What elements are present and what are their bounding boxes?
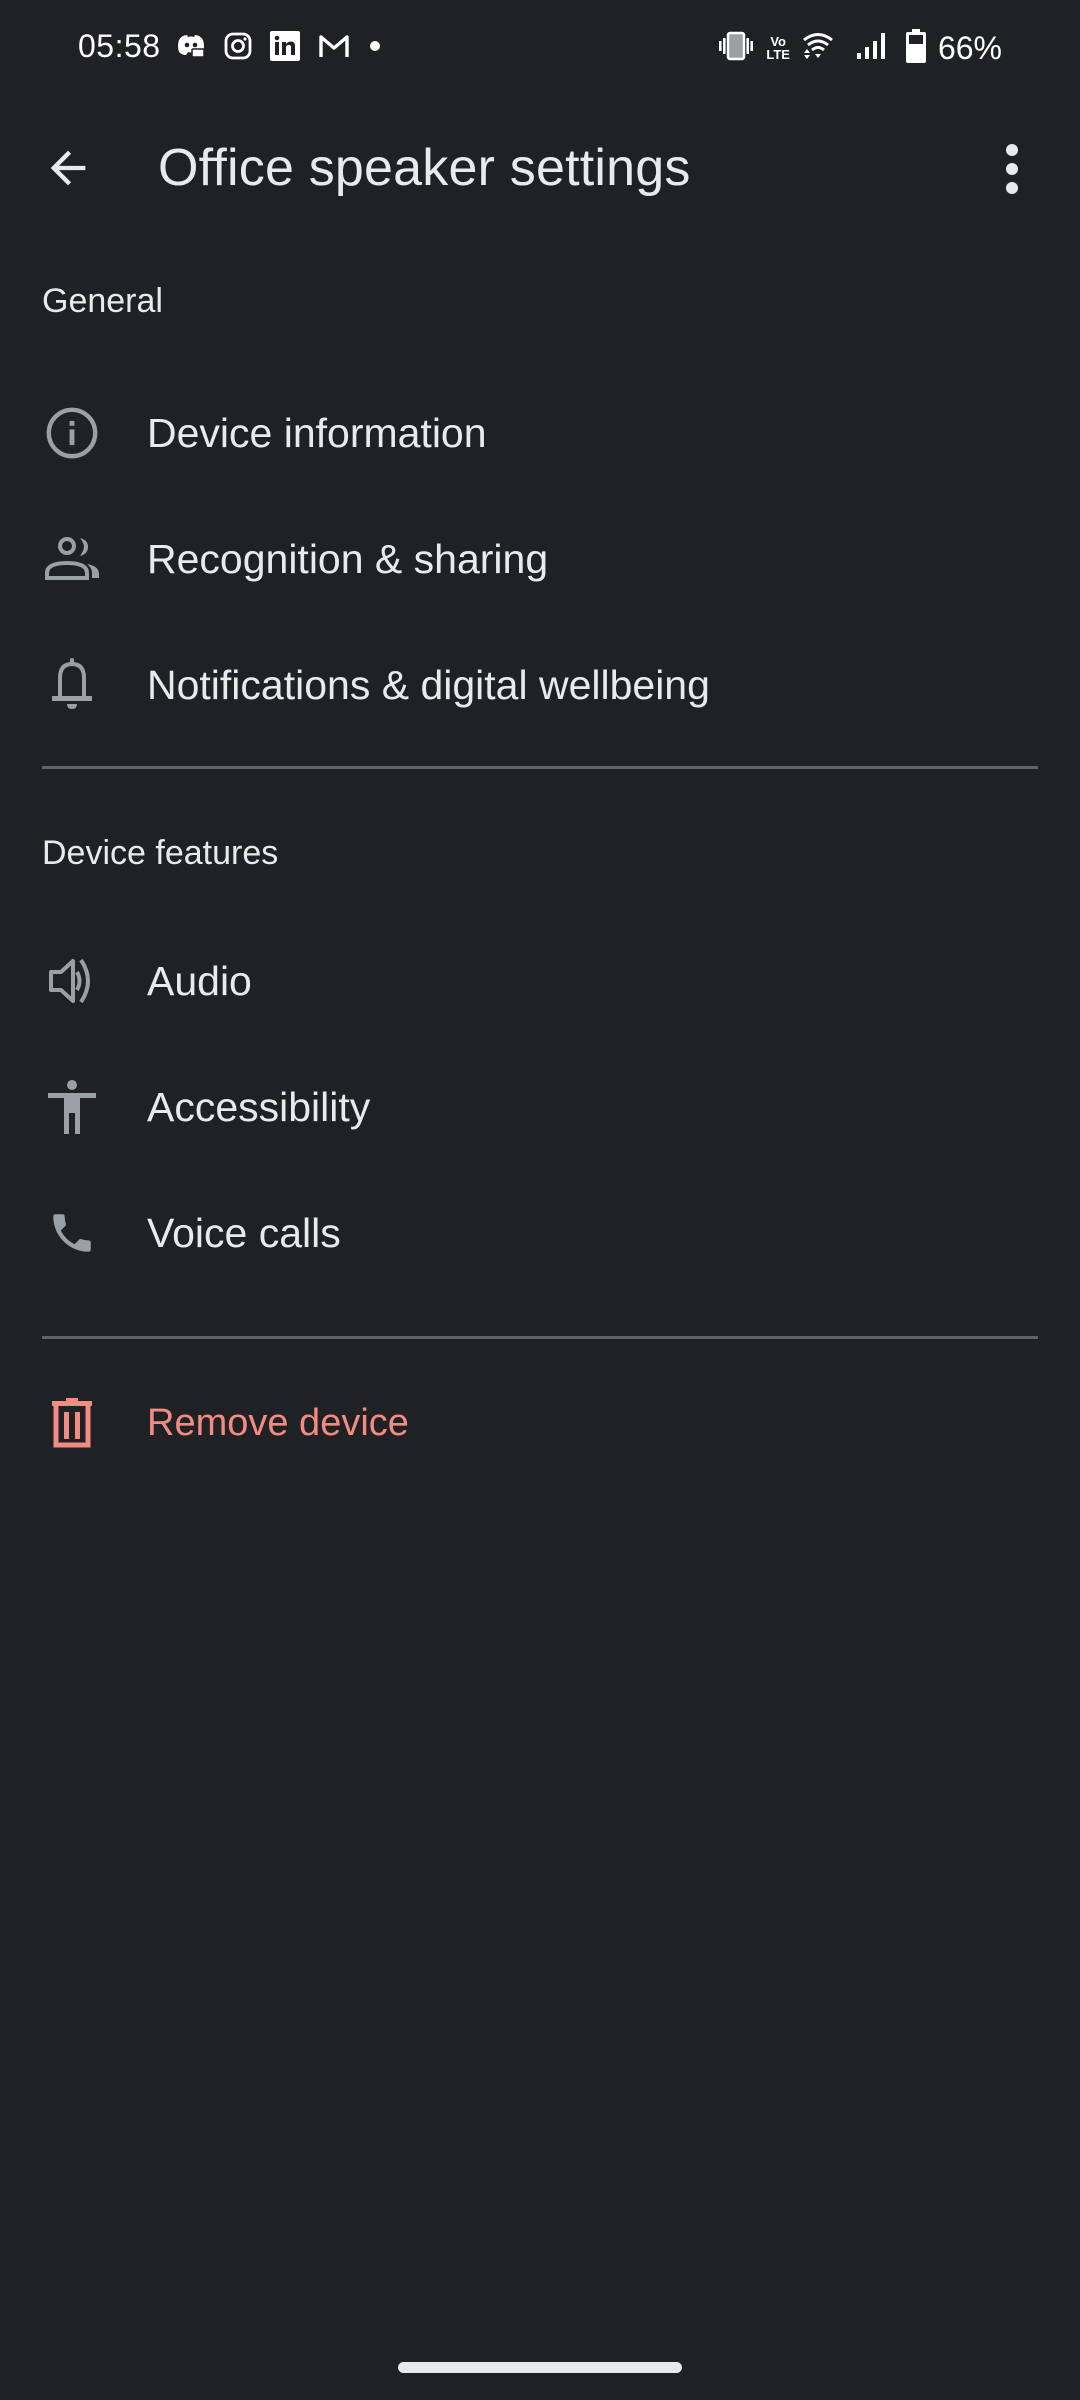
menu-item-recognition-sharing[interactable]: Recognition & sharing: [0, 504, 1080, 614]
app-bar: Office speaker settings: [0, 120, 1080, 216]
more-options-button[interactable]: [990, 140, 1034, 200]
remove-device-label: Remove device: [147, 1401, 409, 1444]
menu-item-accessibility[interactable]: Accessibility: [0, 1052, 1080, 1162]
menu-item-label: Accessibility: [147, 1083, 371, 1130]
status-time: 05:58: [78, 28, 161, 64]
linkedin-icon: [270, 30, 300, 66]
phone-icon: [42, 1203, 102, 1263]
menu-item-device-information[interactable]: Device information: [0, 378, 1080, 488]
speaker-icon: [42, 951, 102, 1011]
page-title: Office speaker settings: [158, 139, 691, 197]
more-notifications-dot: [368, 39, 382, 58]
accessibility-icon: [42, 1077, 102, 1137]
arrow-back-icon: [50, 150, 86, 186]
gesture-navigation-handle[interactable]: [398, 2362, 682, 2373]
wifi-icon: [802, 31, 834, 66]
instagram-icon: [224, 32, 252, 65]
section-header-device-features: Device features: [42, 834, 279, 872]
bell-icon: [42, 655, 102, 715]
battery-icon: [905, 28, 926, 68]
menu-item-label: Audio: [147, 957, 252, 1004]
trash-icon: [42, 1393, 102, 1453]
discord-icon: [176, 32, 206, 65]
menu-item-voice-calls[interactable]: Voice calls: [0, 1178, 1080, 1288]
menu-item-label: Device information: [147, 409, 487, 456]
menu-item-label: Voice calls: [147, 1209, 341, 1256]
menu-item-audio[interactable]: Audio: [0, 926, 1080, 1036]
people-icon: [42, 529, 102, 589]
system-status-icons: Vo LTE 66%: [718, 28, 1002, 68]
menu-item-notifications-digital-wellbeing[interactable]: Notifications & digital wellbeing: [0, 630, 1080, 740]
vibrate-icon: [718, 31, 754, 66]
back-button[interactable]: [42, 142, 102, 194]
volte-label-bottom: LTE: [766, 47, 790, 62]
cellular-signal-icon: [856, 31, 886, 66]
menu-item-label: Notifications & digital wellbeing: [147, 661, 710, 708]
more-vert-icon: [1006, 144, 1018, 194]
gmail-icon: [318, 33, 350, 64]
section-header-general: General: [42, 282, 163, 320]
section-divider: [42, 1336, 1038, 1339]
status-bar: 05:58 Vo LTE 66%: [0, 0, 1080, 96]
notification-icons: [176, 30, 382, 66]
section-divider: [42, 766, 1038, 769]
battery-percent: 66%: [937, 29, 1002, 66]
info-icon: [42, 403, 102, 463]
volte-icon: Vo LTE: [766, 35, 790, 61]
remove-device-button[interactable]: Remove device: [0, 1368, 1080, 1478]
menu-item-label: Recognition & sharing: [147, 535, 549, 582]
